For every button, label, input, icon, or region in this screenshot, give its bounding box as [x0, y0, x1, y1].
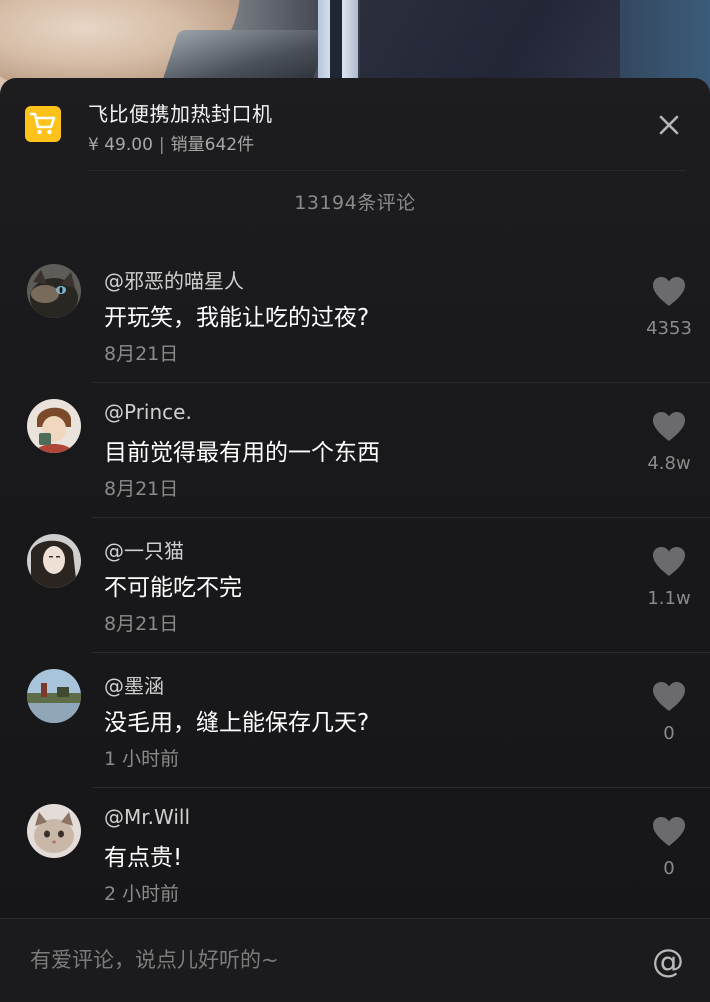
heart-icon [653, 547, 685, 576]
comment-time: 1 小时前 [104, 748, 180, 770]
avatar[interactable] [27, 264, 81, 318]
like-count: 0 [663, 858, 675, 879]
comment-input[interactable] [18, 935, 652, 985]
avatar[interactable] [27, 534, 81, 588]
video-product [161, 30, 329, 85]
comment-item: @墨涵 没毛用，缝上能保存几天? 1 小时前 0 [0, 653, 710, 788]
comment-username[interactable]: @Prince. [104, 400, 192, 424]
avatar[interactable] [27, 399, 81, 453]
product-card[interactable]: 飞比便携加热封口机 ¥ 49.00 | 销量642件 [0, 78, 710, 170]
like-button[interactable]: 4.8w [628, 411, 710, 491]
comment-username[interactable]: @邪恶的喵星人 [104, 265, 244, 294]
like-count: 1.1w [647, 588, 691, 609]
avatar[interactable] [27, 669, 81, 723]
close-button[interactable] [652, 108, 686, 142]
comment-username[interactable]: @Mr.Will [104, 805, 190, 829]
comment-text: 不可能吃不完 [104, 575, 242, 601]
comment-item: @一只猫 不可能吃不完 8月21日 1.1w [0, 518, 710, 653]
comment-item: @邪恶的喵星人 开玩笑，我能让吃的过夜? 8月21日 4353 [0, 248, 710, 383]
meta-separator: | [158, 135, 165, 155]
comment-time: 2 小时前 [104, 883, 180, 905]
heart-icon [653, 277, 685, 306]
like-count: 4353 [646, 318, 692, 339]
comment-item: @Mr.Will 有点贵! 2 小时前 0 [0, 788, 710, 923]
comment-count: 13194条评论 [294, 192, 416, 214]
comment-item: @Prince. 目前觉得最有用的一个东西 8月21日 4.8w [0, 383, 710, 518]
video-tie [330, 0, 342, 90]
header-divider [88, 170, 686, 171]
comment-time: 8月21日 [104, 478, 179, 500]
like-button[interactable]: 0 [628, 681, 710, 761]
product-price: ¥ 49.00 [88, 135, 153, 155]
comment-text: 开玩笑，我能让吃的过夜? [104, 305, 370, 331]
comment-text: 没毛用，缝上能保存几天? [104, 710, 370, 736]
product-title[interactable]: 飞比便携加热封口机 [88, 98, 273, 127]
comment-time: 8月21日 [104, 343, 179, 365]
shopping-cart-icon[interactable] [25, 106, 61, 142]
comment-time: 8月21日 [104, 613, 179, 635]
product-meta: ¥ 49.00 | 销量642件 [88, 130, 254, 155]
comments-panel: 飞比便携加热封口机 ¥ 49.00 | 销量642件 13194条评论 @邪恶的… [0, 78, 710, 1001]
comment-list: @邪恶的喵星人 开玩笑，我能让吃的过夜? 8月21日 4353 @Prince.… [0, 248, 710, 923]
like-button[interactable]: 4353 [628, 276, 710, 356]
heart-icon [653, 412, 685, 441]
comment-input-bar: @ [0, 918, 710, 1002]
comment-text: 目前觉得最有用的一个东西 [104, 440, 380, 466]
like-button[interactable]: 1.1w [628, 546, 710, 626]
comment-text: 有点贵! [104, 845, 183, 871]
like-count: 4.8w [647, 453, 691, 474]
video-suit [360, 0, 620, 90]
mention-button[interactable]: @ [646, 939, 690, 983]
like-button[interactable]: 0 [628, 816, 710, 896]
heart-icon [653, 682, 685, 711]
comment-username[interactable]: @墨涵 [104, 670, 164, 699]
heart-icon [653, 817, 685, 846]
comment-username[interactable]: @一只猫 [104, 535, 184, 564]
product-sales: 销量642件 [170, 135, 255, 155]
avatar[interactable] [27, 804, 81, 858]
like-count: 0 [663, 723, 675, 744]
close-icon [659, 115, 679, 135]
